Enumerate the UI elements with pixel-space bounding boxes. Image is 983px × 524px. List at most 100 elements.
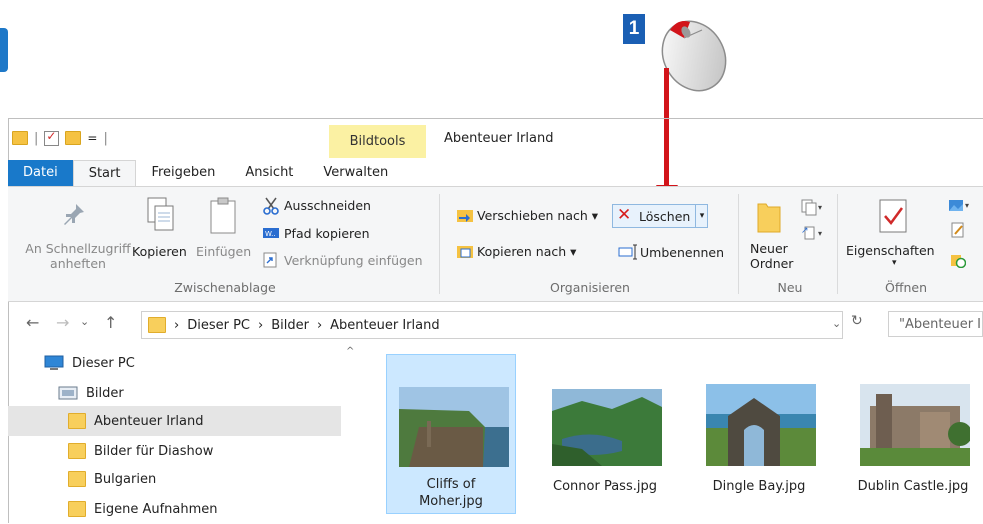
side-tab-marker <box>0 28 8 72</box>
new-folder-icon[interactable] <box>65 131 82 145</box>
rename-button[interactable]: Umbenennen <box>640 245 724 260</box>
forward-arrow-icon[interactable]: → <box>56 313 69 332</box>
folder-icon <box>68 413 86 429</box>
pictures-library-icon <box>58 386 78 400</box>
group-divider <box>738 194 739 294</box>
delete-x-icon: ✕ <box>617 205 632 225</box>
properties-button[interactable]: Eigenschaften <box>846 243 935 258</box>
file-name-line-2: Moher.jpg <box>419 494 483 509</box>
search-input[interactable]: "Abenteuer Ir <box>888 311 983 337</box>
address-dropdown-icon[interactable]: ⌄ <box>832 317 841 330</box>
tab-ansicht[interactable]: Ansicht <box>230 160 308 186</box>
move-to-label: Verschieben nach <box>477 208 588 223</box>
thumbnail-dublin-castle-image <box>860 384 970 466</box>
thumbnail-cliffs-image <box>399 387 509 467</box>
delete-label: Löschen <box>639 209 691 224</box>
file-item-dingle-bay[interactable]: Dingle Bay.jpg <box>694 354 824 514</box>
file-name: Cliffs of Moher.jpg <box>387 476 515 510</box>
cut-button[interactable]: Ausschneiden <box>284 198 371 213</box>
properties-check-icon[interactable] <box>44 129 60 146</box>
breadcrumb-separator: › <box>258 317 264 333</box>
group-label-new: Neu <box>777 280 803 295</box>
computer-icon <box>44 355 64 370</box>
tree-item-label: Eigene Aufnahmen <box>94 501 218 517</box>
history-icon <box>951 255 966 268</box>
group-label-organize: Organisieren <box>550 280 630 295</box>
svg-text:▾: ▾ <box>818 229 822 238</box>
breadcrumb-dieser-pc[interactable]: Dieser PC <box>187 318 250 333</box>
folder-icon <box>148 317 166 333</box>
navigation-pane: Dieser PC Bilder Abenteuer Irland Bilder… <box>8 346 348 522</box>
svg-text:▾: ▾ <box>965 201 969 210</box>
tree-item-label: Dieser PC <box>72 355 135 371</box>
copy-icon <box>147 197 174 231</box>
delete-dropdown-icon[interactable]: ▾ <box>695 205 708 227</box>
open-image-icon: ▾ <box>949 200 969 211</box>
copy-path-icon: W.. <box>263 228 279 238</box>
tree-item-bilder[interactable]: Bilder <box>58 378 124 408</box>
back-arrow-icon[interactable]: ← <box>26 313 39 332</box>
tab-start[interactable]: Start <box>72 160 137 186</box>
qat-separator-end: | <box>103 130 108 146</box>
file-item-cliffs-of-moher[interactable]: Cliffs of Moher.jpg <box>386 354 516 514</box>
tree-item-bulgarien[interactable]: Bulgarien <box>68 464 156 494</box>
tree-item-bilder-fuer-diashow[interactable]: Bilder für Diashow <box>68 436 213 466</box>
address-bar[interactable]: › Dieser PC › Bilder › Abenteuer Irland <box>141 311 843 339</box>
pin-label-1: An Schnellzugriff <box>25 241 131 256</box>
new-item-icon: ▾ <box>801 199 822 216</box>
pin-icon <box>64 204 84 225</box>
file-item-dublin-castle[interactable]: Dublin Castle.jpg <box>848 354 978 514</box>
tab-verwalten[interactable]: Verwalten <box>308 160 403 186</box>
context-tab-group: Bildtools <box>329 125 426 158</box>
group-divider <box>837 194 838 294</box>
qat-separator: | <box>34 130 39 146</box>
breadcrumb-bilder[interactable]: Bilder <box>271 318 309 333</box>
quick-access-toolbar: | = | <box>12 128 108 148</box>
scroll-up-chevron-icon[interactable]: ^ <box>346 346 354 357</box>
easy-access-icon: ↗ ▾ <box>801 226 822 240</box>
pin-quick-access-button[interactable]: An Schnellzugriff anheften <box>12 241 144 271</box>
shortcut-icon <box>263 252 277 268</box>
step-number-badge: 1 <box>623 14 645 44</box>
move-to-icon <box>457 210 473 222</box>
svg-text:↗: ↗ <box>801 226 809 236</box>
scissors-icon <box>263 197 279 215</box>
breadcrumb-separator: › <box>316 317 323 333</box>
folder-icon[interactable] <box>12 131 28 145</box>
edit-icon <box>951 222 964 238</box>
new-folder-icon <box>757 203 781 233</box>
svg-text:▾: ▾ <box>818 203 822 212</box>
up-arrow-icon[interactable]: ↑ <box>104 313 117 332</box>
breadcrumb-separator: › <box>174 317 180 333</box>
ribbon-tabs: Datei Start Freigeben Ansicht Verwalten <box>8 160 403 186</box>
copy-button[interactable]: Kopieren <box>132 244 187 259</box>
file-item-connor-pass[interactable]: Connor Pass.jpg <box>540 354 670 514</box>
rename-icon <box>618 244 637 260</box>
folder-icon <box>68 501 86 517</box>
folder-icon <box>68 443 86 459</box>
group-label-clipboard: Zwischenablage <box>174 280 276 295</box>
tree-item-label: Abenteuer Irland <box>94 413 204 429</box>
refresh-icon[interactable]: ↻ <box>851 313 863 329</box>
tree-item-dieser-pc[interactable]: Dieser PC <box>44 348 135 378</box>
move-to-button[interactable]: Verschieben nach ▾ <box>477 208 598 223</box>
tree-item-abenteuer-irland[interactable]: Abenteuer Irland <box>8 406 341 436</box>
copy-to-icon <box>457 246 473 258</box>
paste-button[interactable]: Einfügen <box>196 244 251 259</box>
group-label-open: Öffnen <box>885 280 927 295</box>
new-folder-button[interactable]: Neuer Ordner <box>750 241 793 271</box>
copy-path-button[interactable]: Pfad kopieren <box>284 226 370 241</box>
tree-item-eigene-aufnahmen[interactable]: Eigene Aufnahmen <box>68 494 218 524</box>
thumbnail-dingle-bay-image <box>706 384 816 466</box>
new-folder-label-1: Neuer <box>750 241 788 256</box>
svg-text:W..: W.. <box>265 230 276 238</box>
copy-to-button[interactable]: Kopieren nach ▾ <box>477 244 576 259</box>
tab-freigeben[interactable]: Freigeben <box>136 160 230 186</box>
qat-dropdown-icon[interactable]: = <box>87 131 97 145</box>
properties-dropdown-icon[interactable]: ▾ <box>892 258 897 268</box>
tab-datei[interactable]: Datei <box>8 160 73 186</box>
breadcrumb-abenteuer-irland[interactable]: Abenteuer Irland <box>330 318 439 333</box>
paste-icon <box>210 197 236 234</box>
paste-shortcut-button[interactable]: Verknüpfung einfügen <box>284 253 423 268</box>
recent-chevron-down-icon[interactable]: ⌄ <box>80 315 89 328</box>
